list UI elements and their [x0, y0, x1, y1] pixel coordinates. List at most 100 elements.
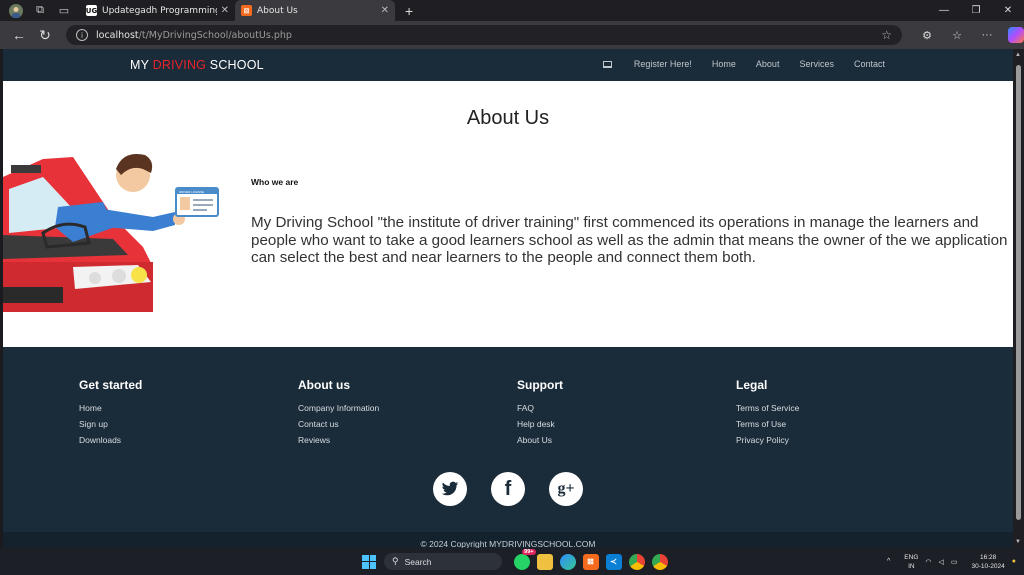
- footer-link-contact-us[interactable]: Contact us: [298, 417, 379, 433]
- footer-link-terms-of-use[interactable]: Terms of Use: [736, 417, 799, 433]
- tab-about-us[interactable]: ⊠ About Us ✕: [235, 0, 395, 21]
- nav-home[interactable]: Home: [712, 59, 736, 69]
- taskbar-center: ⚲ Search 99+ ⊠ ≺: [362, 548, 671, 571]
- footer-column-about-us: About us Company Information Contact us …: [298, 378, 379, 448]
- close-window-icon[interactable]: ✕: [992, 0, 1024, 21]
- facebook-icon[interactable]: f: [491, 472, 525, 506]
- footer-link-about-us[interactable]: About Us: [517, 433, 563, 449]
- footer-column-title: About us: [298, 378, 350, 392]
- tab-title: About Us: [257, 5, 298, 16]
- language-indicator[interactable]: ENG IN: [897, 553, 918, 571]
- lang-line-2: IN: [908, 562, 915, 570]
- footer-link-privacy-policy[interactable]: Privacy Policy: [736, 433, 799, 449]
- clock-date: 30-10-2024: [971, 562, 1005, 570]
- page-title: About Us: [466, 107, 550, 129]
- restore-icon[interactable]: ❐: [960, 0, 992, 21]
- show-hidden-icons-icon[interactable]: ^: [887, 558, 890, 565]
- scroll-down-icon[interactable]: ▼: [1015, 539, 1021, 545]
- footer-column-title: Legal: [736, 378, 768, 392]
- footer-link-terms-of-service[interactable]: Terms of Service: [736, 401, 799, 417]
- refresh-icon[interactable]: ↻: [32, 27, 58, 44]
- site-footer: Get started Home Sign up Downloads About…: [3, 347, 1013, 548]
- taskbar-apps: 99+ ⊠ ≺: [510, 548, 671, 570]
- taskbar-search[interactable]: ⚲ Search: [384, 553, 502, 570]
- scroll-thumb[interactable]: [1016, 65, 1021, 520]
- site-brand[interactable]: MY DRIVING SCHOOL: [130, 58, 264, 72]
- chrome-profile-icon[interactable]: [651, 553, 668, 570]
- profile-avatar-icon[interactable]: [8, 3, 24, 19]
- footer-link-sign-up[interactable]: Sign up: [79, 417, 142, 433]
- close-tab-icon[interactable]: ✕: [381, 5, 389, 16]
- page-scrollbar[interactable]: ▲ ▼: [1013, 49, 1024, 548]
- close-tab-icon[interactable]: ✕: [221, 5, 229, 16]
- nav-about[interactable]: About: [756, 59, 780, 69]
- volume-icon[interactable]: ◁: [939, 558, 944, 566]
- favorites-icon[interactable]: ☆: [942, 29, 972, 42]
- browser-tab-bar: ⧉ ▭ UG Updategadh Programming - Upd ✕ ⊠ …: [0, 0, 1024, 21]
- brand-part-1: MY: [130, 58, 153, 72]
- clock[interactable]: 16:28 30-10-2024: [965, 553, 1005, 571]
- footer-link-home[interactable]: Home: [79, 401, 142, 417]
- chrome-icon[interactable]: [628, 553, 645, 570]
- file-explorer-icon[interactable]: [536, 553, 553, 570]
- footer-column-get-started: Get started Home Sign up Downloads: [79, 378, 142, 448]
- footer-column-legal: Legal Terms of Service Terms of Use Priv…: [736, 378, 799, 448]
- wifi-icon[interactable]: ◠: [925, 558, 931, 566]
- favorite-star-icon[interactable]: ☆: [881, 28, 892, 42]
- extensions-icon[interactable]: ⚙: [912, 29, 942, 42]
- vscode-icon[interactable]: ≺: [605, 553, 622, 570]
- battery-icon[interactable]: ▭: [951, 558, 958, 566]
- who-we-are-heading: Who we are: [251, 177, 299, 187]
- whatsapp-badge: 99+: [522, 548, 536, 555]
- nav-contact[interactable]: Contact: [854, 59, 885, 69]
- scroll-up-icon[interactable]: ▲: [1015, 52, 1021, 58]
- taskbar-search-label: Search: [404, 556, 432, 567]
- footer-link-reviews[interactable]: Reviews: [298, 433, 379, 449]
- tab-updategadh[interactable]: UG Updategadh Programming - Upd ✕: [80, 0, 235, 21]
- twitter-icon[interactable]: [433, 472, 467, 506]
- tab-title: Updategadh Programming - Upd: [102, 5, 217, 16]
- footer-column-title: Get started: [79, 378, 143, 392]
- footer-link-company-information[interactable]: Company Information: [298, 401, 379, 417]
- license-card-text: DRIVER LICENSE: [179, 190, 204, 194]
- site-info-icon[interactable]: i: [76, 29, 88, 41]
- more-menu-icon[interactable]: ···: [972, 29, 1002, 41]
- google-plus-icon[interactable]: g+: [549, 472, 583, 506]
- search-icon: ⚲: [392, 556, 399, 566]
- workspaces-icon[interactable]: ⧉: [32, 3, 48, 19]
- nav-services[interactable]: Services: [799, 59, 834, 69]
- lang-line-1: ENG: [904, 553, 919, 561]
- nav-register[interactable]: Register Here!: [602, 59, 692, 69]
- footer-link-downloads[interactable]: Downloads: [79, 433, 142, 449]
- monitor-icon: [602, 61, 612, 68]
- footer-link-help-desk[interactable]: Help desk: [517, 417, 563, 433]
- footer-column-title: Support: [517, 378, 563, 392]
- nav-register-label: Register Here!: [633, 59, 692, 69]
- driver-car-illustration: DRIVER LICENSE: [3, 153, 219, 312]
- site-nav-links: Register Here! Home About Services Conta…: [583, 59, 885, 69]
- minimize-icon[interactable]: —: [928, 0, 960, 21]
- brand-part-3: SCHOOL: [206, 58, 264, 72]
- new-tab-button[interactable]: +: [405, 3, 413, 19]
- windows-start-icon[interactable]: [362, 554, 376, 569]
- whatsapp-icon[interactable]: 99+: [513, 548, 536, 570]
- notification-bell-icon[interactable]: ●: [1012, 558, 1016, 565]
- copilot-icon[interactable]: [1008, 27, 1024, 43]
- edge-icon[interactable]: [559, 553, 576, 570]
- footer-column-support: Support FAQ Help desk About Us: [517, 378, 563, 448]
- windows-taskbar: ⚲ Search 99+ ⊠ ≺ ^ ENG IN ◠ ◁ ▭ 16:28 30-1…: [0, 548, 1024, 575]
- about-description: My Driving School "the institute of driv…: [251, 214, 1008, 266]
- copyright-text: © 2024 Copyright MYDRIVINGSCHOOL.COM: [3, 532, 1013, 548]
- xampp-favicon-icon: ⊠: [241, 5, 252, 16]
- browser-tools: ⚙ ☆ ···: [912, 21, 1024, 49]
- updategadh-favicon-icon: UG: [85, 5, 98, 16]
- address-toolbar: ← ↻ i localhost/t/MyDrivingSchool/aboutU…: [0, 21, 1024, 49]
- system-tray: ^ ENG IN ◠ ◁ ▭ 16:28 30-10-2024 ●: [880, 552, 1016, 571]
- url-text: localhost/t/MyDrivingSchool/aboutUs.php: [96, 30, 292, 41]
- xampp-icon[interactable]: ⊠: [582, 553, 599, 570]
- back-arrow-icon[interactable]: ←: [6, 27, 32, 43]
- url-field[interactable]: i localhost/t/MyDrivingSchool/aboutUs.ph…: [66, 25, 902, 45]
- url-host: localhost: [96, 29, 139, 41]
- tab-actions-icon[interactable]: ▭: [56, 3, 72, 19]
- footer-link-faq[interactable]: FAQ: [517, 401, 563, 417]
